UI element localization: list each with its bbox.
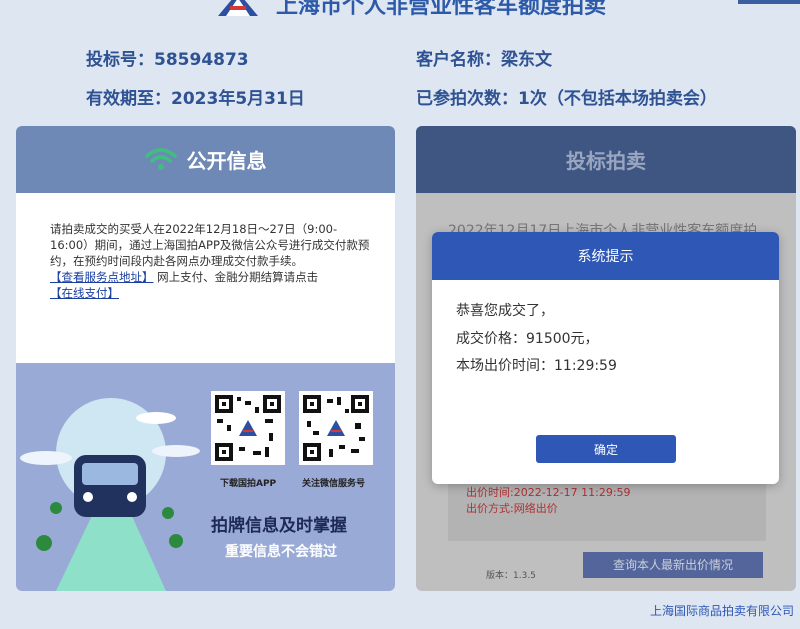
slogan-sub: 重要信息不会错过 [225,544,337,560]
page-header: 上海市个人非营业性客车额度拍卖 投标号：58594873 客户名称：梁东文 有效… [0,0,800,118]
bidding-title: 投标拍卖 [566,149,646,173]
dialog-message-price: 成交价格：91500元， [456,331,599,347]
wifi-icon [144,147,177,170]
wechat-qr-code [299,391,373,465]
app-qr-code [211,391,285,465]
system-alert-dialog: 系统提示 恭喜您成交了， 成交价格：91500元， 本场出价时间：11:29:5… [432,232,779,484]
bidding-header: 投标拍卖 [416,126,796,193]
site-title: 上海市个人非营业性客车额度拍卖 [276,0,607,19]
dialog-message-time: 本场出价时间：11:29:59 [456,358,617,374]
qr-code-icon [215,395,281,461]
public-info-title: 公开信息 [186,149,267,173]
qr-code-icon [303,395,369,461]
notice-block: 请拍卖成交的买受人在2022年12月18日～27日（9:00-16:00）期间，… [16,193,395,363]
public-info-header: 公开信息 [16,126,395,193]
version-label: 版本：1.3.5 [486,571,536,581]
query-bid-button[interactable]: 查询本人最新出价情况 [583,552,763,578]
company-footer: 上海国际商品拍卖有限公司 [649,604,794,618]
online-pay-link[interactable]: 【在线支付】 [50,286,119,300]
valid-until: 有效期至：2023年5月31日 [86,89,305,109]
auction-logo-icon [218,0,258,16]
bid-method: 出价方式:网络出价 [466,502,558,515]
bid-number: 投标号：58594873 [86,50,249,70]
customer-name: 客户名称：梁东文 [416,50,552,70]
top-right-tab[interactable] [738,0,800,4]
slogan-main: 拍牌信息及时掌握 [211,516,347,536]
dialog-message-success: 恭喜您成交了， [456,303,554,319]
confirm-button[interactable]: 确定 [536,435,676,463]
promo-banner: 下载国拍APP 关注微信服务号 拍牌信息及时掌握 重要信息不会错过 [16,363,395,591]
app-qr-caption: 下载国拍APP [220,479,277,489]
auction-count: 已参拍次数：1次（不包括本场拍卖会） [416,89,717,109]
service-point-link[interactable]: 【查看服务点地址】 [50,270,154,284]
public-info-panel: 公开信息 请拍卖成交的买受人在2022年12月18日～27日（9:00-16:0… [16,126,395,591]
wechat-qr-caption: 关注微信服务号 [302,479,366,489]
bid-time: 出价时间:2022-12-17 11:29:59 [466,486,631,499]
dialog-title: 系统提示 [432,232,779,280]
notice-text: 请拍卖成交的买受人在2022年12月18日～27日（9:00-16:00）期间，… [50,222,370,268]
online-pay-text: 网上支付、金融分期结算请点击 [157,270,319,284]
car-illustration-icon [20,398,200,591]
